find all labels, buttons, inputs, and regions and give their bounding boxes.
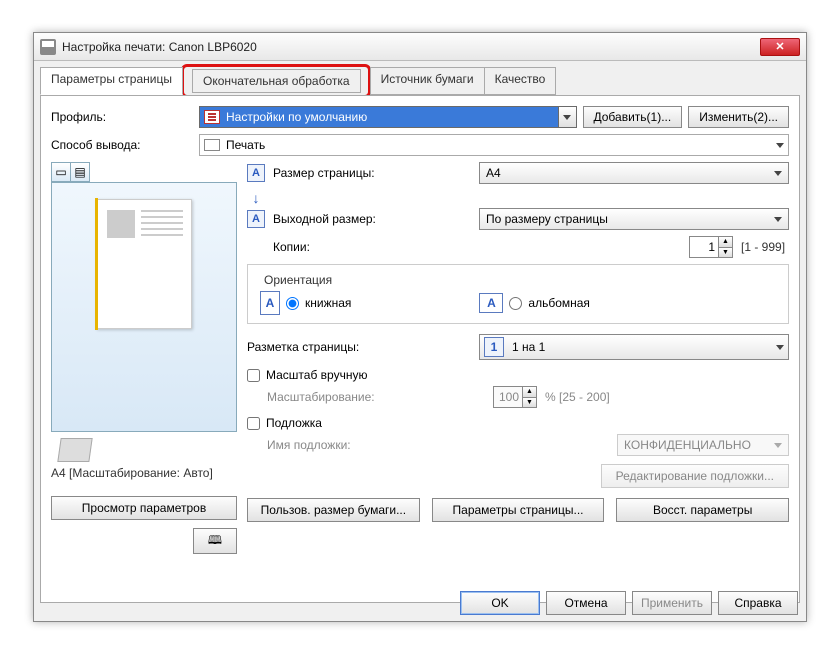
print-settings-window: Настройка печати: Canon LBP6020 ✕ Параме… (33, 32, 807, 622)
add-profile-button[interactable]: Добавить(1)... (583, 106, 683, 128)
layout-select[interactable]: 1 1 на 1 (479, 334, 789, 360)
scaling-spinner: ▲▼ (493, 386, 537, 408)
preview-caption: A4 [Масштабирование: Авто] (51, 466, 237, 480)
info-icon-button[interactable]: 🕮 (193, 528, 237, 554)
close-button[interactable]: ✕ (760, 38, 800, 56)
tab-finishing[interactable]: Окончательная обработка (192, 69, 361, 93)
portrait-label: книжная (305, 296, 351, 310)
print-icon (204, 139, 220, 151)
portrait-radio[interactable] (286, 297, 299, 310)
help-button[interactable]: Справка (718, 591, 798, 615)
settings-column: A Размер страницы: A4 ↓ A Выходной разме… (247, 162, 789, 554)
edit-profile-button[interactable]: Изменить(2)... (688, 106, 789, 128)
view-params-button[interactable]: Просмотр параметров (51, 496, 237, 520)
profile-default-icon (204, 110, 220, 124)
page-options-button[interactable]: Параметры страницы... (432, 498, 605, 522)
dialog-buttons: OK Отмена Применить Справка (460, 591, 798, 615)
output-size-select[interactable]: По размеру страницы (479, 208, 789, 230)
profile-label: Профиль: (51, 110, 199, 124)
ok-button[interactable]: OK (460, 591, 540, 615)
apply-button: Применить (632, 591, 712, 615)
landscape-radio[interactable] (509, 297, 522, 310)
chevron-down-icon (776, 143, 784, 148)
window-title: Настройка печати: Canon LBP6020 (62, 40, 760, 54)
output-size-label: Выходной размер: (273, 212, 479, 226)
profile-value: Настройки по умолчанию (226, 110, 367, 124)
watermark-checkbox[interactable] (247, 417, 260, 430)
manual-scale-checkbox[interactable] (247, 369, 260, 382)
landscape-icon: A (479, 293, 503, 313)
profile-select[interactable]: Настройки по умолчанию (199, 106, 559, 128)
tab-panel: Профиль: Настройки по умолчанию Добавить… (40, 95, 800, 603)
watermark-select: КОНФИДЕНЦИАЛЬНО (617, 434, 789, 456)
copies-spinner[interactable]: ▲▼ (689, 236, 733, 258)
watermark-name-label: Имя подложки: (267, 438, 479, 452)
layout-1on1-icon: 1 (484, 337, 504, 357)
page-size-label: Размер страницы: (273, 166, 479, 180)
spin-down[interactable]: ▼ (719, 248, 732, 258)
preview-column: ▭ ▤ A4 [Масштабирование: Авто] Просмотр … (51, 162, 237, 554)
scaling-range: % [25 - 200] (545, 390, 610, 404)
orientation-legend: Ориентация (260, 273, 336, 287)
page-size-icon: A (247, 164, 265, 182)
orientation-group: Ориентация A книжная A альбомная (247, 264, 789, 324)
spin-up[interactable]: ▲ (719, 237, 732, 248)
titlebar[interactable]: Настройка печати: Canon LBP6020 ✕ (34, 33, 806, 61)
arrow-down-icon: ↓ (247, 190, 265, 206)
tab-paper-source[interactable]: Источник бумаги (370, 67, 485, 95)
page-size-select[interactable]: A4 (479, 162, 789, 184)
output-value: Печать (226, 138, 265, 152)
preview-tab-2[interactable]: ▤ (70, 162, 90, 182)
tab-page-params[interactable]: Параметры страницы (40, 67, 183, 95)
preview-sheet (96, 199, 192, 329)
preview-tab-1[interactable]: ▭ (51, 162, 71, 182)
cancel-button[interactable]: Отмена (546, 591, 626, 615)
profile-dropdown-arrow[interactable] (559, 106, 577, 128)
scaling-input (494, 387, 522, 407)
copies-input[interactable] (690, 237, 718, 257)
output-size-icon: A (247, 210, 265, 228)
copies-range: [1 - 999] (741, 240, 785, 254)
scaling-label: Масштабирование: (267, 390, 479, 404)
copies-label: Копии: (273, 240, 479, 254)
manual-scale-label: Масштаб вручную (266, 368, 367, 382)
stack-icon (57, 438, 92, 462)
tab-strip: Параметры страницы Окончательная обработ… (40, 67, 806, 95)
tab-quality[interactable]: Качество (484, 67, 557, 95)
page-preview (51, 182, 237, 432)
restore-defaults-button[interactable]: Восст. параметры (616, 498, 789, 522)
tab-finishing-highlight: Окончательная обработка (181, 64, 371, 98)
watermark-label: Подложка (266, 416, 322, 430)
landscape-label: альбомная (528, 296, 590, 310)
edit-watermark-button: Редактирование подложки... (601, 464, 789, 488)
portrait-icon: A (260, 291, 280, 315)
printer-icon (40, 39, 56, 55)
output-select[interactable]: Печать (199, 134, 789, 156)
layout-label: Разметка страницы: (247, 340, 479, 354)
output-label: Способ вывода: (51, 138, 199, 152)
custom-paper-size-button[interactable]: Пользов. размер бумаги... (247, 498, 420, 522)
